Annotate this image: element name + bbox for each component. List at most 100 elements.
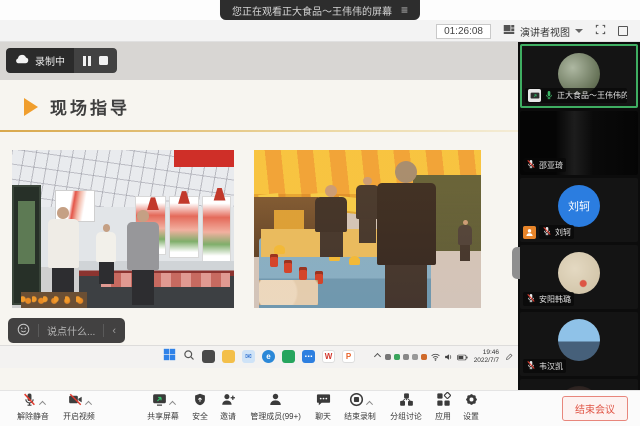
fullscreen-icon[interactable] [595, 24, 606, 38]
window-icon[interactable] [618, 26, 628, 36]
toolbar-invite[interactable]: 邀请 [219, 394, 237, 423]
hamburger-icon[interactable]: ≡ [401, 4, 408, 16]
photo-shape [96, 232, 116, 262]
mail-icon[interactable]: ✉ [242, 350, 255, 363]
decorative-shape [544, 90, 554, 100]
recording-status: 录制中 [6, 48, 74, 73]
tray-status-dot-icon[interactable] [385, 354, 391, 360]
taskbar-clock[interactable]: 19:46 2022/7/7 [474, 349, 499, 365]
decorative-shape [436, 394, 451, 410]
app-green-icon[interactable] [282, 350, 295, 363]
decorative-shape [349, 394, 372, 410]
participant-tile[interactable]: 安阳韩璐 [520, 245, 638, 309]
chevron-up-icon[interactable] [84, 401, 91, 408]
speaker-icon[interactable] [444, 348, 453, 366]
decorative-shape [469, 397, 473, 401]
chevron-up-icon[interactable] [38, 401, 45, 408]
app-red-w-icon[interactable]: W [322, 350, 335, 363]
participant-label: 正大食品～王伟伟的... [525, 88, 627, 103]
toolbar-camera-off[interactable]: 开启视频 [61, 394, 97, 423]
photo-shape [325, 185, 337, 197]
chat-overlay[interactable]: 说点什么... ‹ [8, 318, 125, 343]
wifi-icon[interactable] [431, 348, 440, 366]
decorative-shape [437, 400, 442, 405]
search-icon[interactable] [183, 348, 195, 366]
toolbar-stop-record[interactable]: 结束录制 [342, 394, 378, 423]
toolbar-label: 解除静音 [17, 410, 49, 421]
photo-shape [356, 185, 379, 218]
taskview-icon[interactable] [202, 350, 215, 363]
smiley-icon[interactable] [17, 323, 30, 339]
site-photo-meat-shop [12, 150, 234, 308]
decorative-shape [170, 354, 175, 359]
avatar [558, 386, 600, 390]
decorative-shape [221, 392, 236, 407]
collapse-chevron-icon[interactable]: ‹ [112, 325, 116, 337]
toolbar-mic-muted[interactable]: 解除静音 [15, 394, 51, 423]
host-badge-icon [523, 226, 536, 239]
edge-icon[interactable]: e [262, 350, 275, 363]
participant-tile[interactable]: 刘轲刘轲 [520, 178, 638, 242]
start-icon[interactable] [163, 348, 176, 366]
explorer-icon[interactable] [222, 350, 235, 363]
chevron-up-icon[interactable] [366, 401, 373, 408]
meeting-window: 您正在观看正大食品～王伟伟的屏幕 ≡ 01:26:08 演讲者视图 录制中 [0, 0, 640, 426]
photo-shape [359, 219, 375, 243]
tray-status-dot-icon[interactable] [412, 354, 418, 360]
decorative-shape [445, 354, 449, 360]
participant-name: 韦汉凯 [539, 361, 563, 372]
decorative-shape [464, 392, 479, 407]
participant-label-row: 刘轲 [523, 225, 574, 239]
stop-icon[interactable] [99, 56, 108, 65]
mic-muted-icon [22, 392, 37, 412]
divider [103, 324, 104, 337]
participant-label-row: 韦汉凯 [523, 359, 566, 373]
view-switcher[interactable]: 演讲者视图 [503, 24, 583, 39]
pen-icon[interactable] [505, 348, 513, 366]
toolbar-shield[interactable]: 安全 [191, 394, 209, 423]
decorative-shape [88, 56, 91, 66]
screenshare-mini-icon [528, 89, 541, 102]
app-orange-p-icon[interactable]: P [342, 350, 355, 363]
chat-icon [316, 392, 331, 412]
toolbar-settings[interactable]: 设置 [462, 394, 480, 423]
mic-muted-icon [542, 226, 552, 238]
participant-tile[interactable]: 正大食品～王伟伟的... [520, 44, 638, 108]
decorative-shape [511, 28, 514, 31]
decorative-shape [399, 392, 414, 407]
pause-icon[interactable] [83, 56, 91, 66]
tray-status-dot-icon[interactable] [394, 354, 400, 360]
decorative-shape [595, 24, 606, 35]
photo-shape [132, 270, 154, 305]
toolbar-breakout[interactable]: 分组讨论 [388, 394, 424, 423]
photo-shape [315, 197, 347, 232]
recording-controls [74, 48, 117, 73]
triangle-icon [24, 98, 38, 116]
participant-tile[interactable]: 邵亚琦 [520, 111, 638, 175]
panel-collapse-handle[interactable] [512, 247, 520, 279]
toolbar-label: 应用 [435, 410, 451, 421]
toolbar-screen-share[interactable]: 共享屏幕 [145, 394, 181, 423]
app-blue-icon[interactable]: ⋯ [302, 350, 315, 363]
toolbar-chat[interactable]: 聊天 [314, 394, 332, 423]
battery-icon[interactable] [457, 348, 468, 366]
decorative-shape [526, 293, 536, 303]
participant-name: 邵亚琦 [539, 160, 563, 171]
toolbar-members[interactable]: 管理成员(99+) [247, 394, 304, 423]
decorative-shape [221, 394, 236, 410]
decorative-shape [22, 394, 45, 410]
decorative-shape [224, 394, 229, 399]
decorative-shape [444, 392, 451, 399]
decorative-shape [21, 330, 25, 331]
decorative-shape [316, 394, 331, 410]
tray-status-dot-icon[interactable] [403, 354, 409, 360]
end-meeting-button[interactable]: 结束会议 [562, 396, 628, 421]
tray-status-dot-icon[interactable] [421, 354, 427, 360]
participant-tile[interactable] [520, 379, 638, 390]
participant-tile[interactable]: 韦汉凯 [520, 312, 638, 376]
tray-chevron-icon[interactable] [374, 353, 381, 360]
chat-input-placeholder[interactable]: 说点什么... [47, 323, 95, 338]
toolbar-apps[interactable]: 应用 [434, 394, 452, 423]
decorative-shape [525, 228, 534, 237]
chevron-up-icon[interactable] [168, 401, 175, 408]
